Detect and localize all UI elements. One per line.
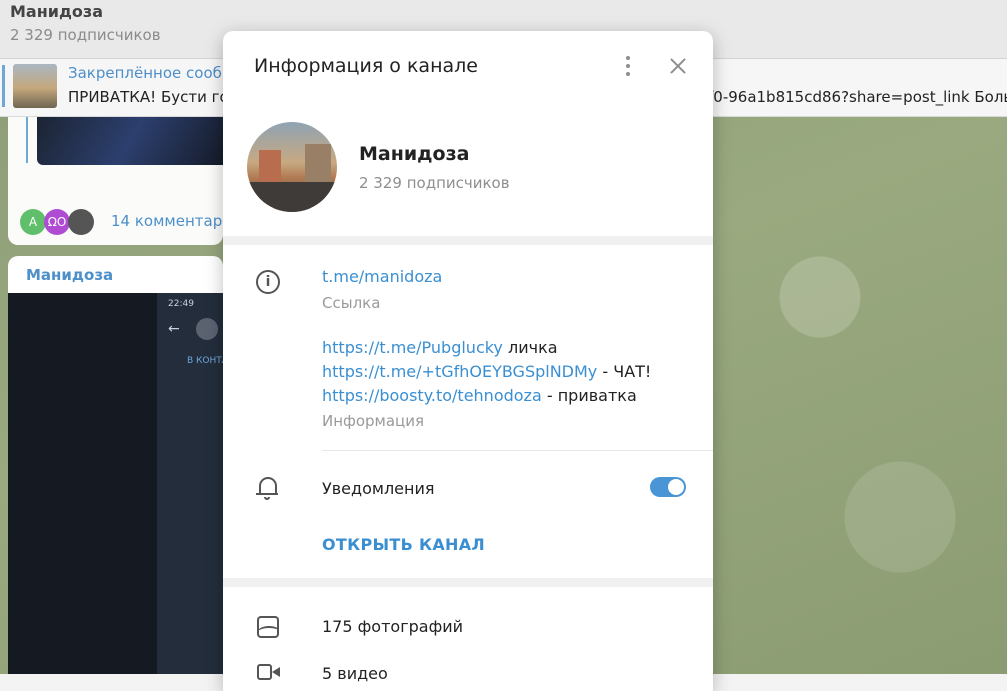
channel-avatar[interactable] [247, 122, 337, 212]
channel-name: Манидоза [359, 143, 470, 165]
dot [626, 56, 630, 60]
photos-link[interactable]: 175 фотографий [322, 617, 463, 636]
dot [626, 72, 630, 76]
video-icon [257, 664, 281, 682]
description-link[interactable]: https://t.me/+tGfhOEYBGSplNDMy [322, 362, 597, 381]
pinned-text: ПРИВАТКА! Бусти го [68, 88, 229, 106]
section-divider [223, 578, 713, 587]
description-caption: Информация [322, 412, 425, 430]
avatar-building [305, 144, 331, 186]
channel-subscribers: 2 329 подписчиков [359, 174, 510, 192]
info-icon: i [256, 270, 280, 294]
more-vertical-icon[interactable] [620, 54, 636, 78]
video-lens [272, 667, 280, 677]
avatar [68, 209, 94, 235]
video-body [257, 664, 272, 680]
close-icon[interactable] [666, 54, 690, 78]
screenshot-preview [157, 293, 223, 674]
avatar [196, 318, 218, 340]
description-text: - приватка [541, 386, 637, 405]
dot [626, 64, 630, 68]
description-link[interactable]: https://t.me/Pubglucky [322, 338, 503, 357]
pinned-thumbnail [13, 64, 57, 108]
description-link[interactable]: https://boosty.to/tehnodoza [322, 386, 542, 405]
bell-clapper [264, 497, 270, 500]
description-text: - ЧАТ! [597, 362, 652, 381]
pinned-text-overflow: f0-96a1b815cd86?share=post_link Боль [708, 88, 1007, 106]
row-divider [322, 450, 713, 451]
description-line: https://t.me/Pubglucky личка [322, 338, 558, 357]
bell-base [256, 493, 278, 495]
chat-title: Манидоза [10, 2, 103, 21]
preview-back-icon: ← [168, 321, 180, 337]
toggle-knob [667, 478, 685, 496]
dialog-title: Информация о канале [254, 55, 478, 77]
comments-link[interactable]: 14 комментар [111, 212, 222, 230]
chat-subscribers: 2 329 подписчиков [10, 26, 161, 44]
channel-info-dialog: Информация о канале Манидоза 2 329 подпи… [223, 31, 713, 691]
pinned-title: Закреплённое сооб [68, 64, 222, 82]
reply-indicator [26, 117, 28, 163]
section-divider [223, 236, 713, 245]
bell-icon [256, 475, 280, 501]
preview-time: 22:49 [168, 299, 194, 309]
message-image[interactable] [37, 117, 223, 165]
avatar-building [259, 150, 281, 184]
description-line: https://boosty.to/tehnodoza - приватка [322, 386, 637, 405]
description-line: https://t.me/+tGfhOEYBGSplNDMy - ЧАТ! [322, 362, 651, 381]
pinned-indicator [2, 65, 5, 107]
notifications-label: Уведомления [322, 479, 435, 498]
avatar: A [20, 209, 46, 235]
photo-icon [257, 616, 279, 638]
notifications-toggle[interactable] [650, 477, 686, 497]
description-text: личка [502, 338, 558, 357]
avatar-road [247, 182, 337, 212]
message-author[interactable]: Манидоза [26, 266, 113, 284]
preview-contacts: В КОНТА [187, 356, 228, 366]
avatar: ΩO [44, 209, 70, 235]
open-channel-button[interactable]: ОТКРЫТЬ КАНАЛ [322, 535, 485, 554]
link-caption: Ссылка [322, 294, 381, 312]
channel-link[interactable]: t.me/manidoza [322, 267, 442, 286]
